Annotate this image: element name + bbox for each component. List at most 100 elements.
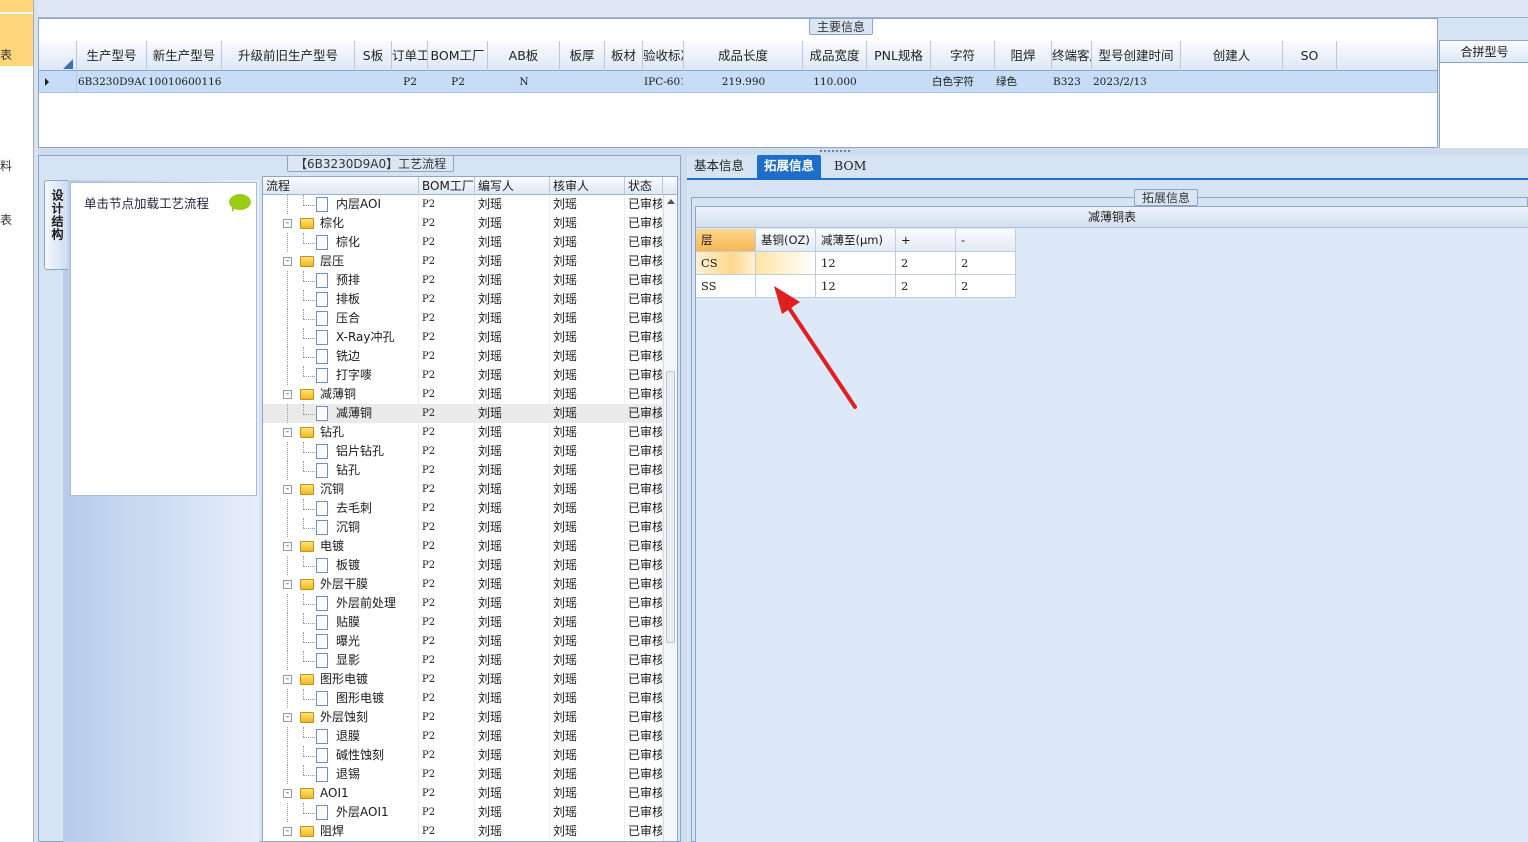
tree-reviewer-cell[interactable]: 刘瑶: [553, 252, 625, 271]
tree-row[interactable]: 去毛刺 P2 刘瑶 刘瑶 已审核: [263, 499, 663, 518]
tree-writer-cell[interactable]: 刘瑶: [478, 632, 550, 651]
collapse-icon[interactable]: -: [283, 219, 292, 228]
tree-name-cell[interactable]: 图形电镀: [263, 689, 419, 708]
tree-status-cell[interactable]: 已审核: [628, 518, 663, 537]
tree-writer-cell[interactable]: 刘瑶: [478, 271, 550, 290]
tree-status-cell[interactable]: 已审核: [628, 480, 663, 499]
tree-writer-cell[interactable]: 刘瑶: [478, 480, 550, 499]
collapse-icon[interactable]: -: [283, 713, 292, 722]
tree-factory-cell[interactable]: P2: [422, 518, 475, 537]
tree-reviewer-cell[interactable]: 刘瑶: [553, 556, 625, 575]
tree-name-cell[interactable]: 棕化: [263, 233, 419, 252]
row-cell[interactable]: [868, 71, 930, 93]
tree-name-cell[interactable]: - 阻焊: [263, 822, 419, 841]
tree-writer-cell[interactable]: 刘瑶: [478, 328, 550, 347]
copper-cell[interactable]: [756, 252, 816, 275]
tree-reviewer-cell[interactable]: 刘瑶: [553, 347, 625, 366]
tree-reviewer-cell[interactable]: 刘瑶: [553, 480, 625, 499]
tree-writer-cell[interactable]: 刘瑶: [478, 784, 550, 803]
column-header[interactable]: 成品宽度: [803, 41, 867, 71]
tree-name-cell[interactable]: - 图形电镀: [263, 670, 419, 689]
copper-cell[interactable]: CS: [696, 252, 756, 275]
tree-reviewer-cell[interactable]: 刘瑶: [553, 366, 625, 385]
tree-name-cell[interactable]: 显影: [263, 651, 419, 670]
tree-status-cell[interactable]: 已审核: [628, 556, 663, 575]
row-cell[interactable]: [356, 71, 391, 93]
tree-reviewer-cell[interactable]: 刘瑶: [553, 309, 625, 328]
tree-column-header[interactable]: BOM工厂: [419, 177, 475, 195]
nav-char-2[interactable]: 料: [0, 157, 12, 174]
tree-name-cell[interactable]: 去毛刺: [263, 499, 419, 518]
tree-name-cell[interactable]: 碱性蚀刻: [263, 746, 419, 765]
tree-name-cell[interactable]: 贴膜: [263, 613, 419, 632]
tree-reviewer-cell[interactable]: 刘瑶: [553, 594, 625, 613]
horizontal-splitter[interactable]: [38, 148, 1528, 155]
tree-status-cell[interactable]: 已审核: [628, 404, 663, 423]
tree-reviewer-cell[interactable]: 刘瑶: [553, 689, 625, 708]
tree-writer-cell[interactable]: 刘瑶: [478, 651, 550, 670]
tree-status-cell[interactable]: 已审核: [628, 461, 663, 480]
tree-factory-cell[interactable]: P2: [422, 366, 475, 385]
row-cell[interactable]: [606, 71, 642, 93]
tree-writer-cell[interactable]: 刘瑶: [478, 195, 550, 214]
tree-writer-cell[interactable]: 刘瑶: [478, 708, 550, 727]
tree-status-cell[interactable]: 已审核: [628, 423, 663, 442]
tree-factory-cell[interactable]: P2: [422, 290, 475, 309]
tree-name-cell[interactable]: - 钻孔: [263, 423, 419, 442]
tree-status-cell[interactable]: 已审核: [628, 689, 663, 708]
tab-0[interactable]: 基本信息: [687, 155, 751, 178]
tab-1[interactable]: 拓展信息: [757, 155, 822, 178]
tree-writer-cell[interactable]: 刘瑶: [478, 385, 550, 404]
nav-char-1[interactable]: 表: [0, 46, 12, 63]
column-header[interactable]: 创建人: [1181, 41, 1283, 71]
tree-reviewer-cell[interactable]: 刘瑶: [553, 708, 625, 727]
tree-factory-cell[interactable]: P2: [422, 708, 475, 727]
tree-reviewer-cell[interactable]: 刘瑶: [553, 632, 625, 651]
tree-status-cell[interactable]: 已审核: [628, 765, 663, 784]
tree-factory-cell[interactable]: P2: [422, 556, 475, 575]
tree-writer-cell[interactable]: 刘瑶: [478, 556, 550, 575]
row-cell[interactable]: N: [489, 71, 559, 93]
scroll-up-icon[interactable]: [664, 195, 678, 207]
tree-name-cell[interactable]: 压合: [263, 309, 419, 328]
row-cell[interactable]: 白色字符: [932, 71, 994, 93]
tree-row[interactable]: 曝光 P2 刘瑶 刘瑶 已审核: [263, 632, 663, 651]
tree-reviewer-cell[interactable]: 刘瑶: [553, 499, 625, 518]
tree-status-cell[interactable]: 已审核: [628, 233, 663, 252]
tree-writer-cell[interactable]: 刘瑶: [478, 366, 550, 385]
tree-name-cell[interactable]: - 外层干膜: [263, 575, 419, 594]
tree-row[interactable]: 减薄铜 P2 刘瑶 刘瑶 已审核: [263, 404, 663, 423]
tree-status-cell[interactable]: 已审核: [628, 214, 663, 233]
tree-status-cell[interactable]: 已审核: [628, 746, 663, 765]
tree-factory-cell[interactable]: P2: [422, 765, 475, 784]
tree-factory-cell[interactable]: P2: [422, 594, 475, 613]
tree-status-cell[interactable]: 已审核: [628, 442, 663, 461]
column-header[interactable]: BOM工厂: [428, 41, 488, 71]
tree-writer-cell[interactable]: 刘瑶: [478, 214, 550, 233]
tree-column-header[interactable]: 核审人: [550, 177, 625, 195]
tree-row[interactable]: 退膜 P2 刘瑶 刘瑶 已审核: [263, 727, 663, 746]
tree-factory-cell[interactable]: P2: [422, 499, 475, 518]
row-cell[interactable]: [1284, 71, 1336, 93]
tree-name-cell[interactable]: 外层前处理: [263, 594, 419, 613]
column-header[interactable]: 型号创建时间: [1092, 41, 1181, 71]
tree-factory-cell[interactable]: P2: [422, 233, 475, 252]
tree-writer-cell[interactable]: 刘瑶: [478, 461, 550, 480]
tree-status-cell[interactable]: 已审核: [628, 252, 663, 271]
tree-factory-cell[interactable]: P2: [422, 461, 475, 480]
row-cell[interactable]: 绿色: [996, 71, 1051, 93]
tree-factory-cell[interactable]: P2: [422, 385, 475, 404]
tree-name-cell[interactable]: X-Ray冲孔: [263, 328, 419, 347]
row-cell[interactable]: 110.000: [804, 71, 866, 93]
tree-status-cell[interactable]: 已审核: [628, 784, 663, 803]
copper-header-cell[interactable]: +: [896, 229, 956, 252]
collapse-icon[interactable]: -: [283, 428, 292, 437]
tree-factory-cell[interactable]: P2: [422, 423, 475, 442]
tree-status-cell[interactable]: 已审核: [628, 366, 663, 385]
tree-status-cell[interactable]: 已审核: [628, 632, 663, 651]
tree-row[interactable]: - 沉铜 P2 刘瑶 刘瑶 已审核: [263, 480, 663, 499]
tree-row[interactable]: 显影 P2 刘瑶 刘瑶 已审核: [263, 651, 663, 670]
column-header[interactable]: 板厚: [560, 41, 605, 71]
design-structure-tab[interactable]: 设计结构: [44, 180, 68, 270]
tree-status-cell[interactable]: 已审核: [628, 385, 663, 404]
